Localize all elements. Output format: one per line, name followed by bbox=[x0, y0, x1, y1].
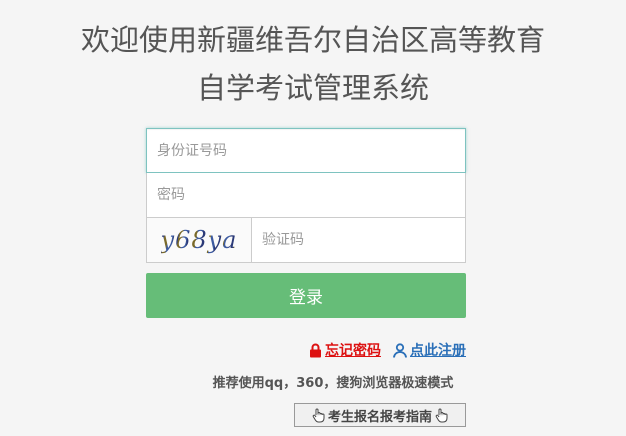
auth-links: 忘记密码 点此注册 bbox=[309, 340, 466, 360]
register-link[interactable]: 点此注册 bbox=[393, 340, 466, 360]
page-title-line1: 欢迎使用新疆维吾尔自治区高等教育 bbox=[80, 23, 545, 57]
exam-guide-label: 考生报名报考指南 bbox=[327, 409, 432, 425]
lock-icon bbox=[310, 343, 321, 357]
captcha-input[interactable] bbox=[252, 218, 466, 263]
captcha-row: y68ya bbox=[146, 218, 466, 263]
login-button[interactable]: 登录 bbox=[146, 273, 466, 318]
hand-pointer-icon bbox=[435, 408, 448, 422]
exam-guide-button[interactable]: 考生报名报考指南 bbox=[294, 403, 466, 427]
forgot-password-label: 忘记密码 bbox=[325, 343, 381, 359]
page-title-line2: 自学考试管理系统 bbox=[196, 71, 429, 105]
login-form: y68ya 登录 bbox=[146, 128, 466, 318]
register-label: 点此注册 bbox=[410, 343, 466, 359]
captcha-image[interactable]: y68ya bbox=[146, 218, 252, 263]
captcha-image-text: y68ya bbox=[160, 226, 238, 254]
hand-pointer-icon bbox=[312, 408, 325, 422]
id-number-input[interactable] bbox=[146, 128, 466, 173]
user-icon bbox=[393, 342, 407, 358]
password-input[interactable] bbox=[146, 173, 466, 218]
browser-recommendation: 推荐使用qq，360，搜狗浏览器极速模式 bbox=[212, 376, 454, 391]
forgot-password-link[interactable]: 忘记密码 bbox=[309, 340, 381, 360]
